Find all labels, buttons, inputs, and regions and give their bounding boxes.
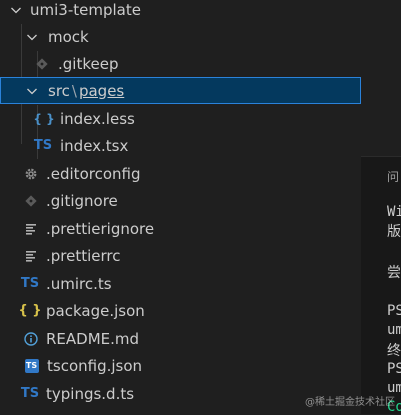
typescript-icon: TS [20, 386, 40, 401]
tree-folder-umi3-template[interactable]: umi3-template [0, 0, 361, 23]
terminal-line: 终 [387, 343, 401, 359]
tree-item-label: .umirc.ts [46, 274, 112, 293]
path-separator: \ [71, 81, 77, 100]
file-explorer: umi3-template mock .gitkeep src \ pages … [0, 0, 361, 414]
terminal-line: 尝 [387, 265, 401, 281]
tree-file-package-json[interactable]: { } package.json [0, 297, 361, 324]
typescript-icon: TS [20, 276, 40, 291]
tree-item-label-pages: pages [78, 81, 125, 100]
lines-icon [22, 221, 40, 237]
panel-divider [361, 156, 401, 157]
info-icon [22, 331, 40, 347]
json-icon: { } [18, 303, 42, 318]
terminal-line: um [387, 322, 401, 338]
less-icon: { } [33, 111, 55, 126]
typescript-icon: TS [33, 138, 53, 153]
tree-file-prettierignore[interactable]: .prettierignore [0, 215, 361, 242]
tree-file-umirc-ts[interactable]: TS .umirc.ts [0, 270, 361, 297]
watermark: @稀土掘金技术社区 [305, 397, 395, 408]
tab-problems[interactable]: 问 [387, 168, 399, 185]
tree-item-label: mock [48, 27, 89, 46]
tree-item-label: index.tsx [60, 136, 129, 155]
chevron-down-icon [24, 29, 40, 45]
lines-icon [22, 248, 40, 264]
tree-file-readme-md[interactable]: README.md [0, 325, 361, 352]
tree-item-label: index.less [60, 109, 135, 128]
gear-icon [22, 166, 40, 182]
tree-file-prettierrc[interactable]: .prettierrc [0, 242, 361, 269]
tree-item-label: tsconfig.json [47, 356, 143, 375]
chevron-down-icon [24, 83, 40, 99]
terminal-line: Wi [387, 204, 401, 220]
tree-file-index-less[interactable]: { } index.less [0, 105, 361, 132]
tree-file-tsconfig-json[interactable]: TS tsconfig.json [0, 352, 361, 379]
terminal-line: PS [387, 303, 401, 319]
tree-item-label: .gitkeep [58, 54, 119, 73]
editor-area [361, 0, 401, 156]
tree-file-gitignore[interactable]: .gitignore [0, 187, 361, 214]
git-icon [34, 56, 50, 72]
tree-file-gitkeep[interactable]: .gitkeep [0, 50, 361, 77]
tree-item-label: .prettierrc [46, 246, 121, 265]
terminal-line: PS [387, 361, 401, 377]
terminal-line: 版 [387, 224, 401, 240]
tree-item-label: .prettierignore [46, 219, 155, 238]
tree-folder-src-pages[interactable]: src \ pages [0, 77, 361, 104]
git-icon [22, 193, 40, 209]
tree-folder-mock[interactable]: mock [0, 23, 361, 50]
tsconfig-icon: TS [23, 358, 40, 374]
tree-item-label: typings.d.ts [46, 384, 135, 403]
tree-item-label: umi3-template [30, 0, 141, 19]
tree-item-label: README.md [46, 329, 140, 348]
tree-item-label: package.json [46, 301, 145, 320]
tree-file-editorconfig[interactable]: .editorconfig [0, 160, 361, 187]
tree-item-label-src: src [48, 81, 70, 100]
tree-item-label: .editorconfig [46, 164, 141, 183]
chevron-down-icon [8, 2, 24, 18]
tree-file-index-tsx[interactable]: TS index.tsx [0, 132, 361, 159]
tree-item-label: .gitignore [46, 191, 118, 210]
